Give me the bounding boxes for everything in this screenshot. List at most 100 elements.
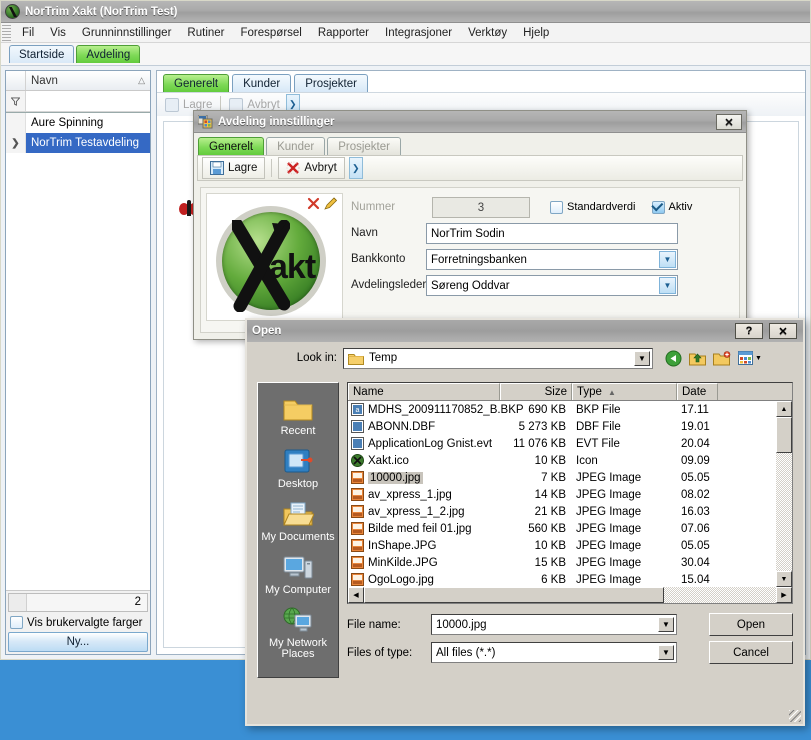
menu-item-rutiner[interactable]: Rutiner [179, 25, 232, 41]
table-row[interactable]: ❯ NorTrim Testavdeling [6, 133, 150, 153]
menu-item-grunninnstillinger[interactable]: Grunninnstillinger [74, 25, 180, 41]
close-icon[interactable]: ✕ [769, 323, 797, 339]
tab-prosjekter[interactable]: Prosjekter [294, 74, 368, 92]
scroll-up-arrow[interactable]: ▲ [776, 401, 792, 417]
new-button[interactable]: Ny... [8, 632, 148, 652]
menu-item-foresporsel[interactable]: Forespørsel [233, 25, 310, 41]
back-icon[interactable] [665, 350, 682, 367]
svg-text:a: a [356, 407, 360, 414]
column-header-name[interactable]: Name [348, 383, 500, 400]
window-settings-icon [198, 114, 213, 128]
chevron-down-icon[interactable]: ▼ [659, 250, 676, 268]
files-of-type-combo[interactable]: All files (*.*) ▼ [431, 642, 677, 663]
list-item[interactable]: ApplicationLog Gnist.evt 11 076 KB EVT F… [348, 435, 776, 452]
close-icon[interactable]: ✕ [716, 114, 742, 130]
scroll-left-arrow[interactable]: ◀ [348, 587, 364, 603]
list-item[interactable]: MinKilde.JPG 15 KB JPEG Image 30.04 [348, 554, 776, 571]
look-in-combo[interactable]: Temp ▼ [343, 347, 653, 369]
scroll-right-arrow[interactable]: ▶ [776, 587, 792, 603]
aktiv-checkbox[interactable] [651, 200, 665, 214]
file-name: InShape.JPG [368, 539, 437, 552]
menu-item-fil[interactable]: Fil [14, 25, 42, 41]
chevron-down-icon[interactable]: ▼ [634, 350, 650, 366]
main-window-title: NorTrim Xakt (NorTrim Test) [25, 5, 178, 18]
file-date: 19.01 [681, 420, 710, 433]
avdeling-tab-prosjekter[interactable]: Prosjekter [327, 137, 401, 155]
file-list-horizontal-scrollbar[interactable]: ◀ ▶ [348, 587, 792, 603]
cancel-button[interactable]: Avbryt [278, 157, 345, 179]
save-icon [210, 161, 224, 175]
cancel-button[interactable]: Cancel [709, 641, 793, 664]
open-button[interactable]: Open [709, 613, 793, 636]
toolbar-overflow-chevron[interactable]: ❯ [348, 157, 363, 179]
look-in-label: Look in: [296, 352, 337, 364]
chevron-down-icon[interactable]: ▼ [658, 617, 674, 632]
place-network[interactable]: My Network Places [259, 603, 337, 663]
up-one-level-icon[interactable] [689, 351, 706, 366]
scroll-thumb[interactable] [776, 417, 792, 453]
avdeling-tab-generelt[interactable]: Generelt [198, 137, 265, 155]
show-user-colors-checkbox[interactable] [10, 616, 23, 629]
bankkonto-combo[interactable]: Forretningsbanken ▼ [426, 248, 678, 270]
column-header-size[interactable]: Size [500, 383, 572, 400]
list-item[interactable]: Xakt.ico 10 KB Icon 09.09 [348, 452, 776, 469]
list-item[interactable]: InShape.JPG 10 KB JPEG Image 05.05 [348, 537, 776, 554]
show-user-colors-row[interactable]: Vis brukervalgte farger [8, 612, 148, 632]
pencil-icon[interactable] [324, 197, 338, 210]
menu-item-vis[interactable]: Vis [42, 25, 74, 41]
list-item[interactable]: Bilde med feil 01.jpg 560 KB JPEG Image … [348, 520, 776, 537]
list-item[interactable]: ABONN.DBF 5 273 KB DBF File 19.01 [348, 418, 776, 435]
scroll-thumb[interactable] [364, 587, 664, 603]
column-header-navn[interactable]: Navn △ [26, 71, 150, 90]
column-header-date[interactable]: Date [677, 383, 718, 400]
menu-item-rapporter[interactable]: Rapporter [310, 25, 377, 41]
nummer-row: Nummer 3 Standardverdi Aktiv [351, 196, 692, 218]
avdeling-tab-kunder[interactable]: Kunder [266, 137, 326, 155]
list-item[interactable]: 10000.jpg 7 KB JPEG Image 05.05 [348, 469, 776, 486]
avdeling-list-panel: Navn △ Aure Spinning ❯ NorTrim Testavdel… [5, 70, 151, 655]
chevron-down-icon[interactable]: ▼ [659, 276, 676, 294]
avdelingsleder-combo[interactable]: Søreng Oddvar ▼ [426, 274, 678, 296]
menu-item-integrasjoner[interactable]: Integrasjoner [377, 25, 460, 41]
column-header-type[interactable]: Type ▲ [572, 383, 677, 400]
list-item[interactable]: av_xpress_1.jpg 14 KB JPEG Image 08.02 [348, 486, 776, 503]
save-button[interactable]: Lagre [202, 157, 266, 179]
tab-startside[interactable]: Startside [9, 45, 75, 63]
file-type: EVT File [576, 437, 620, 450]
views-dropdown-arrow[interactable]: ▼ [755, 355, 762, 362]
file-type: DBF File [576, 420, 621, 433]
delete-x-icon[interactable] [307, 197, 320, 210]
filter-funnel-cell[interactable] [6, 91, 26, 111]
list-item[interactable]: av_xpress_1_2.jpg 21 KB JPEG Image 16.03 [348, 503, 776, 520]
column-header-type-label: Type [577, 386, 602, 398]
chevron-down-icon[interactable]: ▼ [658, 645, 674, 660]
place-recent[interactable]: Recent [259, 391, 337, 440]
menu-item-verktoy[interactable]: Verktøy [460, 25, 515, 41]
file-date: 16.03 [681, 505, 710, 518]
help-icon[interactable]: ? [735, 323, 763, 339]
tab-kunder[interactable]: Kunder [232, 74, 292, 92]
place-desktop[interactable]: Desktop [259, 444, 337, 493]
menu-item-hjelp[interactable]: Hjelp [515, 25, 557, 41]
filter-input[interactable] [26, 91, 150, 111]
list-item[interactable]: OgoLogo.jpg 6 KB JPEG Image 15.04 [348, 571, 776, 588]
menu-drag-grip[interactable] [2, 24, 11, 41]
scroll-down-arrow[interactable]: ▼ [776, 571, 792, 587]
file-date: 05.05 [681, 539, 710, 552]
tab-generelt[interactable]: Generelt [163, 74, 230, 92]
resize-grip[interactable] [789, 710, 801, 722]
place-my-computer[interactable]: My Computer [259, 550, 337, 599]
aktiv-checkbox-row[interactable]: Aktiv [651, 200, 692, 214]
place-my-documents[interactable]: My Documents [259, 497, 337, 546]
list-item[interactable]: a MDHS_200911170852_B.BKP 690 KB BKP File… [348, 401, 776, 418]
file-list-vertical-scrollbar[interactable]: ▲ ▼ [776, 401, 792, 587]
standardverdi-checkbox[interactable] [550, 200, 563, 214]
views-icon[interactable] [738, 351, 753, 365]
standardverdi-checkbox-row[interactable]: Standardverdi [550, 200, 636, 214]
tab-avdeling[interactable]: Avdeling [76, 45, 141, 63]
navn-field[interactable]: NorTrim Sodin [426, 222, 678, 244]
file-type: JPEG Image [576, 505, 642, 518]
new-folder-icon[interactable] [713, 350, 731, 366]
file-name-input[interactable]: 10000.jpg ▼ [431, 614, 677, 635]
table-row[interactable]: Aure Spinning [6, 113, 150, 133]
